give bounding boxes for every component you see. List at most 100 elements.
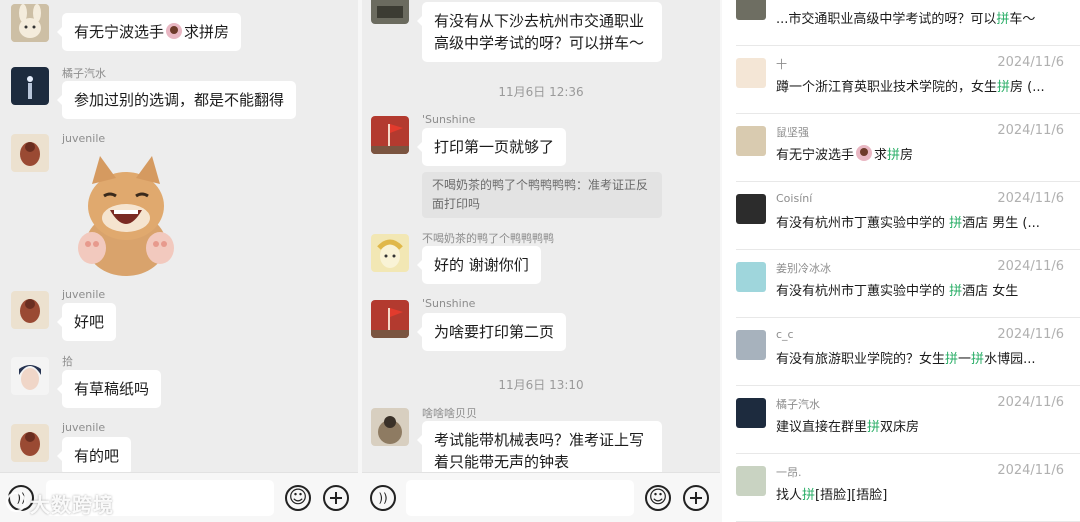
message-text: 有的吧 xyxy=(74,447,120,465)
message-text: 好吧 xyxy=(74,313,105,331)
avatar[interactable] xyxy=(736,0,766,20)
keyword-highlight: 拼 xyxy=(997,80,1011,95)
message-bubble[interactable]: 有没有从下沙去杭州市交通职业高级中学考试的呀？可以拼车～ xyxy=(417,2,662,62)
message-preview: 蹲一个浙江育英职业技术学院的，女生拼房 (... xyxy=(776,76,1062,95)
message-date: 2024/11/6 xyxy=(997,259,1064,274)
message-text: 考试能带机械表吗？准考证上写着只能带无声的钟表 xyxy=(434,431,645,471)
search-result-row[interactable]: glory ...市交通职业高级中学考试的呀？可以拼车～ xyxy=(722,0,1080,46)
search-result-row[interactable]: 鼠坚强 2024/11/6 有无宁波选手 求拼房 xyxy=(722,114,1080,182)
sender-name: juvenile xyxy=(62,132,106,145)
avatar[interactable] xyxy=(371,234,409,272)
search-result-row[interactable]: 姜别冷冰冰 2024/11/6 有没有杭州市丁蕙实验中学的 拼酒店 女生 xyxy=(722,250,1080,318)
input-bar: )) ☺ xyxy=(362,472,720,522)
message-bubble[interactable]: 参加过别的选调，都是不能翻得 xyxy=(56,81,297,119)
sender-name: 不喝奶茶的鸭了个鸭鸭鸭鸭 xyxy=(422,232,554,245)
quoted-text: 不喝奶茶的鸭了个鸭鸭鸭鸭：准考证正反面打印吗 xyxy=(432,178,649,211)
avatar[interactable] xyxy=(371,0,409,24)
avatar[interactable] xyxy=(11,4,49,42)
message-bubble[interactable]: 为啥要打印第二页 xyxy=(416,313,567,351)
preview-text: 酒店 男生 (... xyxy=(962,216,1040,231)
message-bubble[interactable]: 打印第一页就够了 xyxy=(416,128,567,166)
plus-button[interactable] xyxy=(323,485,349,511)
sender-name: 啥啥啥贝贝 xyxy=(422,407,477,420)
search-result-row[interactable]: 一昂. 2024/11/6 找人拼[捂脸][捂脸] xyxy=(722,454,1080,522)
avatar[interactable] xyxy=(371,408,409,446)
emoji-button[interactable]: ☺ xyxy=(645,485,671,511)
keyword-highlight: 拼 xyxy=(949,216,963,231)
watermark-text: 大数跨境 xyxy=(30,493,114,517)
message-bubble[interactable]: 好吧 xyxy=(56,303,117,341)
preview-text: 求 xyxy=(874,148,888,163)
message-text: 有草稿纸吗 xyxy=(74,380,150,398)
voice-icon[interactable]: )) xyxy=(370,485,396,511)
emoji-button[interactable]: ☺ xyxy=(285,485,311,511)
message-date: 2024/11/6 xyxy=(997,123,1064,138)
search-result-row[interactable]: 十 2024/11/6 蹲一个浙江育英职业技术学院的，女生拼房 (... xyxy=(722,46,1080,114)
sender-name: Coisíní xyxy=(776,192,813,205)
avatar[interactable] xyxy=(736,330,766,360)
avatar[interactable] xyxy=(736,126,766,156)
plus-icon xyxy=(695,492,697,504)
avatar[interactable] xyxy=(736,466,766,496)
avatar[interactable] xyxy=(736,262,766,292)
chat-panel-middle: 有没有从下沙去杭州市交通职业高级中学考试的呀？可以拼车～ 11月6日 12:36… xyxy=(362,0,720,522)
preview-text: 房 xyxy=(900,148,914,163)
message-preview: 有没有杭州市丁蕙实验中学的 拼酒店 女生 xyxy=(776,280,1062,299)
avatar[interactable] xyxy=(371,300,409,338)
sender-name: c_c xyxy=(776,328,794,341)
avatar[interactable] xyxy=(736,194,766,224)
search-result-row[interactable]: 橘子汽水 2024/11/6 建议直接在群里拼双床房 xyxy=(722,386,1080,454)
keyword-highlight: 拼 xyxy=(867,420,881,435)
keyword-highlight: 拼 xyxy=(971,352,985,367)
plus-button[interactable] xyxy=(683,485,709,511)
message-preview: 找人拼[捂脸][捂脸] xyxy=(776,484,1062,503)
avatar[interactable] xyxy=(11,424,49,462)
message-text: 为啥要打印第二页 xyxy=(434,323,555,341)
message-preview: 建议直接在群里拼双床房 xyxy=(776,416,1062,435)
plus-icon xyxy=(335,492,337,504)
message-preview: ...市交通职业高级中学考试的呀？可以拼车～ xyxy=(776,8,1062,27)
preview-text: 房 (... xyxy=(1010,80,1045,95)
woman-emoji-icon xyxy=(166,23,183,39)
search-result-row[interactable]: Coisíní 2024/11/6 有没有杭州市丁蕙实验中学的 拼酒店 男生 (..… xyxy=(722,182,1080,250)
avatar[interactable] xyxy=(11,67,49,105)
avatar[interactable] xyxy=(736,398,766,428)
chat-panel-left: 有无宁波选手 求拼房 橘子汽水 参加过别的选调，都是不能翻得 juvenile xyxy=(0,0,358,522)
timestamp: 11月6日 12:36 xyxy=(498,85,584,99)
sender-name: 'Sunshine xyxy=(422,297,476,310)
preview-text: 双床房 xyxy=(880,420,920,435)
message-bubble[interactable]: 有无宁波选手 求拼房 xyxy=(56,13,242,51)
preview-text: 建议直接在群里 xyxy=(776,420,868,435)
message-date: 2024/11/6 xyxy=(997,395,1064,410)
preview-text: 酒店 女生 xyxy=(962,284,1019,299)
keyword-highlight: 拼 xyxy=(945,352,959,367)
message-bubble[interactable]: 有草稿纸吗 xyxy=(56,370,162,408)
message-bubble[interactable]: 好的 谢谢你们 xyxy=(417,246,541,284)
message-text: 有没有从下沙去杭州市交通职业高级中学考试的呀？可以拼车～ xyxy=(434,12,645,52)
avatar[interactable] xyxy=(11,357,49,395)
sender-name: 一昂. xyxy=(776,466,802,479)
sender-name: juvenile xyxy=(62,421,106,434)
message-preview: 有没有杭州市丁蕙实验中学的 拼酒店 男生 (... xyxy=(776,212,1062,231)
preview-text: [捂脸][捂脸] xyxy=(815,488,888,503)
quoted-message[interactable]: 不喝奶茶的鸭了个鸭鸭鸭鸭：准考证正反面打印吗 xyxy=(422,172,662,218)
search-results-panel: glory...市交通职业高级中学考试的呀？可以拼车～十2024/11/6蹲一个… xyxy=(722,0,1080,522)
preview-text: 有无宁波选手 xyxy=(776,148,855,163)
message-text: 有无宁波选手 xyxy=(74,23,165,41)
avatar[interactable] xyxy=(371,116,409,154)
message-date: 2024/11/6 xyxy=(997,463,1064,478)
keyword-highlight: 拼 xyxy=(887,148,901,163)
avatar[interactable] xyxy=(11,134,49,172)
message-input[interactable] xyxy=(406,480,634,516)
avatar[interactable] xyxy=(11,291,49,329)
message-text: 求拼房 xyxy=(184,23,230,41)
search-result-row[interactable]: c_c 2024/11/6 有没有旅游职业学院的？女生拼一拼水博园... xyxy=(722,318,1080,386)
keyword-highlight: 拼 xyxy=(996,12,1010,27)
laughing-cat-sticker[interactable] xyxy=(66,148,186,276)
message-bubble[interactable]: 有的吧 xyxy=(56,437,132,475)
message-text: 打印第一页就够了 xyxy=(434,138,555,156)
preview-text: 车～ xyxy=(1009,12,1036,27)
preview-text: 蹲一个浙江育英职业技术学院的，女生 xyxy=(776,80,998,95)
sender-name: 鼠坚强 xyxy=(776,126,809,139)
avatar[interactable] xyxy=(736,58,766,88)
